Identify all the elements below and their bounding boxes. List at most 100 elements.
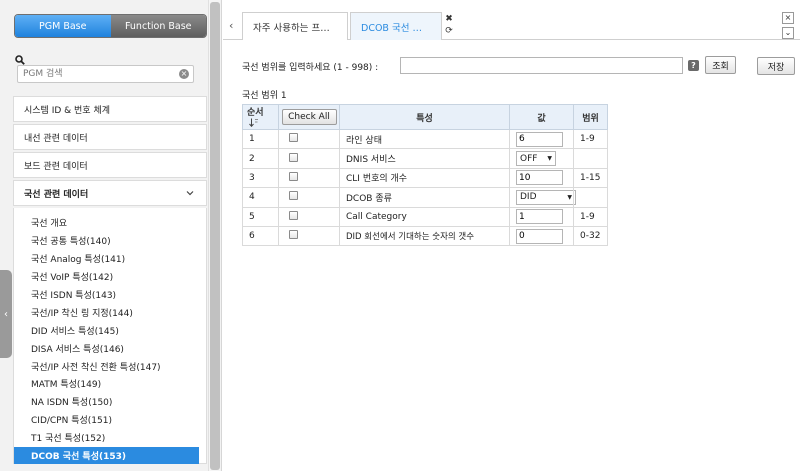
row-range: 1-15 bbox=[573, 167, 608, 189]
sub-item-trunk-voip[interactable]: 국선 VoIP 특성(142) bbox=[14, 268, 206, 286]
sub-item-trunk-analog[interactable]: 국선 Analog 특성(141) bbox=[14, 250, 206, 268]
range-input[interactable] bbox=[400, 57, 683, 74]
table-header-row: 순서 Check All 특성 값 범위 bbox=[242, 104, 608, 130]
chevron-left-icon[interactable]: ‹ bbox=[229, 19, 233, 32]
row-seq: 4 bbox=[242, 187, 279, 208]
main-panel: ‹ 자주 사용하는 프… DCOB 국선 … ✖ ⟳ × ⌄ 국선 범위를 입력… bbox=[223, 0, 800, 471]
sub-item-cid-cpn[interactable]: CID/CPN 특성(151) bbox=[14, 411, 206, 429]
value-select[interactable]: DID ▼ bbox=[516, 189, 576, 205]
table-row: 6 DID 회선에서 기대하는 숫자의 갯수 0-32 bbox=[242, 225, 608, 247]
menu-item-trunk-data-label: 국선 관련 데이터 bbox=[24, 189, 89, 200]
row-checkbox[interactable] bbox=[289, 210, 298, 220]
row-checkbox-cell bbox=[278, 128, 340, 150]
trunk-submenu: 국선 개요 국선 공통 특성(140) 국선 Analog 특성(141) 국선… bbox=[13, 208, 207, 465]
row-checkbox[interactable] bbox=[289, 191, 298, 201]
sub-item-trunk-common[interactable]: 국선 공통 특성(140) bbox=[14, 232, 206, 250]
sort-icon[interactable] bbox=[249, 118, 259, 127]
menu-item-trunk-data[interactable]: 국선 관련 데이터 bbox=[13, 180, 207, 206]
value-select-text: DID bbox=[520, 192, 537, 203]
row-range bbox=[573, 148, 608, 169]
tab-pgm-base[interactable]: PGM Base bbox=[15, 15, 111, 37]
range-label: 국선 범위를 입력하세요 (1 - 998) : bbox=[242, 63, 379, 73]
row-range bbox=[573, 187, 608, 208]
close-icon[interactable]: × bbox=[782, 12, 794, 24]
value-select-text: OFF bbox=[520, 153, 538, 164]
value-input[interactable] bbox=[516, 170, 563, 186]
sidebar-menu: 시스템 ID & 번호 체계 내선 관련 데이터 보드 관련 데이터 국선 관련… bbox=[13, 96, 207, 465]
menu-item-system-id[interactable]: 시스템 ID & 번호 체계 bbox=[13, 96, 207, 122]
tab-favorites[interactable]: 자주 사용하는 프… bbox=[242, 12, 348, 40]
pgm-search-input[interactable] bbox=[18, 66, 168, 82]
row-value-cell bbox=[509, 225, 574, 247]
row-value-cell bbox=[509, 206, 574, 227]
value-input[interactable] bbox=[516, 131, 563, 147]
value-select[interactable]: OFF ▼ bbox=[516, 151, 556, 167]
sidebar-scroll-thumb[interactable] bbox=[210, 2, 220, 470]
menu-item-station-data[interactable]: 내선 관련 데이터 bbox=[13, 124, 207, 150]
row-property: Call Category bbox=[339, 206, 510, 227]
sub-item-dcob-trunk[interactable]: DCOB 국선 특성(153) bbox=[14, 446, 199, 465]
sidebar-collapse-handle[interactable]: ‹ bbox=[0, 270, 12, 358]
sidebar-scrollbar[interactable] bbox=[208, 0, 220, 471]
row-seq: 5 bbox=[242, 206, 279, 227]
sub-item-t1-trunk[interactable]: T1 국선 특성(152) bbox=[14, 429, 206, 447]
sub-item-disa-service[interactable]: DISA 서비스 특성(146) bbox=[14, 339, 206, 357]
clear-icon[interactable]: × bbox=[179, 69, 189, 79]
header-seq[interactable]: 순서 bbox=[242, 104, 279, 130]
sidebar: PGM Base Function Base × 시스템 ID & 번호 체계 … bbox=[0, 0, 222, 471]
sub-item-matm[interactable]: MATM 특성(149) bbox=[14, 375, 206, 393]
row-value-cell: OFF ▼ bbox=[509, 148, 574, 169]
table-row: 2 DNIS 서비스 OFF ▼ bbox=[242, 148, 608, 169]
header-check-all: Check All bbox=[278, 104, 340, 130]
pgm-search-box: × bbox=[17, 65, 194, 83]
sub-item-ring-assign[interactable]: 국선/IP 착신 링 지정(144) bbox=[14, 303, 206, 321]
menu-item-board-data[interactable]: 보드 관련 데이터 bbox=[13, 152, 207, 178]
header-value: 값 bbox=[509, 104, 574, 130]
value-input[interactable] bbox=[516, 228, 563, 244]
window-controls: × ⌄ bbox=[782, 12, 794, 42]
row-checkbox[interactable] bbox=[289, 133, 298, 143]
close-icon[interactable]: ✖ bbox=[443, 13, 455, 25]
help-icon[interactable]: ? bbox=[688, 60, 699, 71]
check-all-button[interactable]: Check All bbox=[281, 109, 337, 125]
row-checkbox-cell bbox=[278, 206, 340, 227]
save-button[interactable]: 저장 bbox=[757, 57, 795, 75]
query-button[interactable]: 조회 bbox=[705, 56, 736, 74]
row-range: 1-9 bbox=[573, 128, 608, 150]
sub-item-trunk-overview[interactable]: 국선 개요 bbox=[14, 214, 206, 232]
table-row: 4 DCOB 종류 DID ▼ bbox=[242, 187, 608, 208]
row-property: DNIS 서비스 bbox=[339, 148, 510, 169]
row-checkbox[interactable] bbox=[289, 152, 298, 162]
row-checkbox-cell bbox=[278, 187, 340, 208]
refresh-icon[interactable]: ⟳ bbox=[443, 25, 455, 37]
row-seq: 3 bbox=[242, 167, 279, 189]
row-range: 1-9 bbox=[573, 206, 608, 227]
sub-item-pre-forward[interactable]: 국선/IP 사전 착신 전환 특성(147) bbox=[14, 357, 206, 375]
mode-tabs: PGM Base Function Base bbox=[14, 14, 207, 38]
row-value-cell bbox=[509, 128, 574, 150]
row-property: 라인 상태 bbox=[339, 128, 510, 150]
row-range: 0-32 bbox=[573, 225, 608, 247]
row-checkbox-cell bbox=[278, 167, 340, 189]
row-checkbox[interactable] bbox=[289, 230, 298, 240]
table-row: 3 CLI 번호의 개수 1-15 bbox=[242, 167, 608, 189]
chevron-down-icon[interactable]: ⌄ bbox=[782, 27, 794, 39]
sub-item-trunk-isdn[interactable]: 국선 ISDN 특성(143) bbox=[14, 286, 206, 304]
sub-item-na-isdn[interactable]: NA ISDN 특성(150) bbox=[14, 393, 206, 411]
search-icon bbox=[15, 55, 25, 65]
tab-dcob-trunk[interactable]: DCOB 국선 … bbox=[350, 12, 442, 40]
tab-function-base[interactable]: Function Base bbox=[110, 15, 206, 37]
header-property: 특성 bbox=[339, 104, 510, 130]
row-checkbox[interactable] bbox=[289, 171, 298, 181]
chevron-down-icon bbox=[186, 191, 194, 196]
row-seq: 2 bbox=[242, 148, 279, 169]
row-property: CLI 번호의 개수 bbox=[339, 167, 510, 189]
chevron-left-icon: ‹ bbox=[4, 308, 8, 320]
row-seq: 1 bbox=[242, 128, 279, 150]
value-input[interactable] bbox=[516, 209, 563, 225]
range-caption: 국선 범위 1 bbox=[242, 91, 287, 101]
row-seq: 6 bbox=[242, 225, 279, 247]
row-value-cell bbox=[509, 167, 574, 189]
sub-item-did-service[interactable]: DID 서비스 특성(145) bbox=[14, 321, 206, 339]
header-range: 범위 bbox=[573, 104, 608, 130]
